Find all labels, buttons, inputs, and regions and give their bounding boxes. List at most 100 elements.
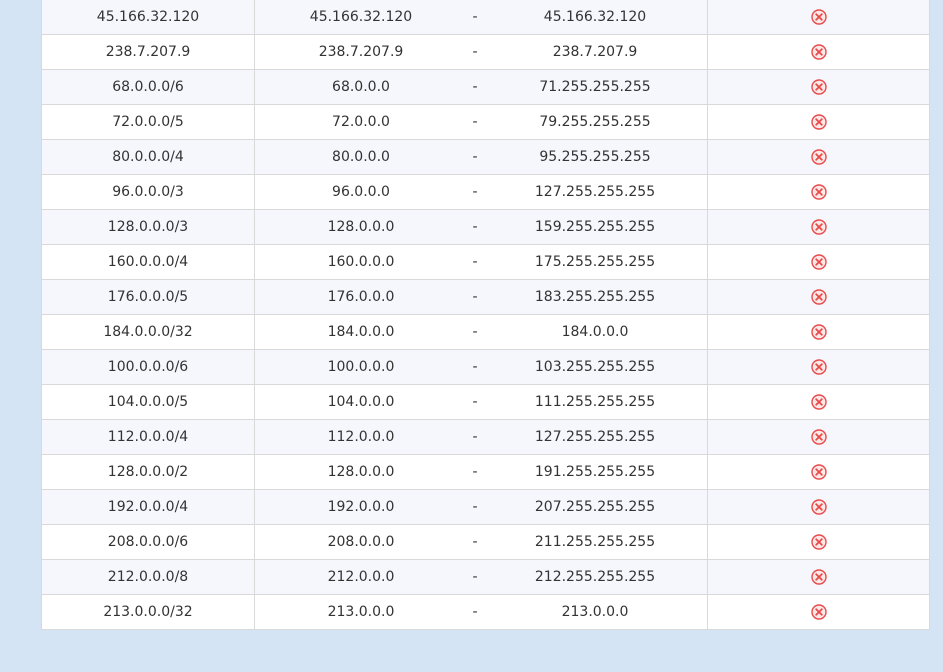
range-separator: - bbox=[467, 349, 483, 385]
range-start-cell: 212.0.0.0 bbox=[254, 559, 467, 595]
delete-icon[interactable] bbox=[810, 254, 827, 270]
delete-icon[interactable] bbox=[810, 464, 827, 480]
cidr-cell: 212.0.0.0/8 bbox=[41, 559, 255, 595]
delete-cell bbox=[707, 104, 930, 140]
table-row: 184.0.0.0/32 184.0.0.0-184.0.0.0 bbox=[41, 314, 930, 350]
range-end-cell: 159.255.255.255 bbox=[483, 209, 708, 245]
range-separator: - bbox=[467, 69, 483, 105]
delete-cell bbox=[707, 524, 930, 560]
delete-cell bbox=[707, 314, 930, 350]
delete-icon[interactable] bbox=[810, 149, 827, 165]
table-row: 128.0.0.0/3 128.0.0.0-159.255.255.255 bbox=[41, 209, 930, 245]
table-row: 160.0.0.0/4 160.0.0.0-175.255.255.255 bbox=[41, 244, 930, 280]
delete-icon[interactable] bbox=[810, 44, 827, 60]
range-start-cell: 45.166.32.120 bbox=[254, 0, 467, 35]
delete-icon[interactable] bbox=[810, 219, 827, 235]
range-end-cell: 103.255.255.255 bbox=[483, 349, 708, 385]
cidr-cell: 72.0.0.0/5 bbox=[41, 104, 255, 140]
cidr-cell: 208.0.0.0/6 bbox=[41, 524, 255, 560]
table-row: 104.0.0.0/5 104.0.0.0-111.255.255.255 bbox=[41, 384, 930, 420]
cidr-cell: 96.0.0.0/3 bbox=[41, 174, 255, 210]
table-row: 176.0.0.0/5 176.0.0.0-183.255.255.255 bbox=[41, 279, 930, 315]
delete-icon[interactable] bbox=[810, 569, 827, 585]
range-separator: - bbox=[467, 454, 483, 490]
delete-icon[interactable] bbox=[810, 324, 827, 340]
range-start-cell: 238.7.207.9 bbox=[254, 34, 467, 70]
table-row: 112.0.0.0/4 112.0.0.0-127.255.255.255 bbox=[41, 419, 930, 455]
range-start-cell: 160.0.0.0 bbox=[254, 244, 467, 280]
delete-icon[interactable] bbox=[810, 534, 827, 550]
cidr-cell: 112.0.0.0/4 bbox=[41, 419, 255, 455]
range-separator: - bbox=[467, 0, 483, 35]
range-end-cell: 45.166.32.120 bbox=[483, 0, 708, 35]
ip-range-table-body: 45.166.32.120 45.166.32.120-45.166.32.120… bbox=[41, 0, 930, 630]
cidr-cell: 128.0.0.0/2 bbox=[41, 454, 255, 490]
range-separator: - bbox=[467, 419, 483, 455]
delete-icon[interactable] bbox=[810, 114, 827, 130]
range-start-cell: 72.0.0.0 bbox=[254, 104, 467, 140]
range-end-cell: 184.0.0.0 bbox=[483, 314, 708, 350]
range-end-cell: 127.255.255.255 bbox=[483, 419, 708, 455]
cidr-cell: 45.166.32.120 bbox=[41, 0, 255, 35]
cidr-cell: 104.0.0.0/5 bbox=[41, 384, 255, 420]
range-separator: - bbox=[467, 594, 483, 630]
range-separator: - bbox=[467, 559, 483, 595]
ip-range-table-container: 45.166.32.120 45.166.32.120-45.166.32.120… bbox=[41, 0, 930, 630]
range-start-cell: 96.0.0.0 bbox=[254, 174, 467, 210]
delete-icon[interactable] bbox=[810, 184, 827, 200]
table-row: 128.0.0.0/2 128.0.0.0-191.255.255.255 bbox=[41, 454, 930, 490]
delete-cell bbox=[707, 0, 930, 35]
range-separator: - bbox=[467, 104, 483, 140]
delete-cell bbox=[707, 559, 930, 595]
range-end-cell: 79.255.255.255 bbox=[483, 104, 708, 140]
delete-icon[interactable] bbox=[810, 359, 827, 375]
cidr-cell: 192.0.0.0/4 bbox=[41, 489, 255, 525]
range-end-cell: 127.255.255.255 bbox=[483, 174, 708, 210]
ip-range-table: 45.166.32.120 45.166.32.120-45.166.32.120… bbox=[41, 0, 930, 630]
range-end-cell: 191.255.255.255 bbox=[483, 454, 708, 490]
delete-icon[interactable] bbox=[810, 394, 827, 410]
range-start-cell: 128.0.0.0 bbox=[254, 454, 467, 490]
range-start-cell: 192.0.0.0 bbox=[254, 489, 467, 525]
range-end-cell: 183.255.255.255 bbox=[483, 279, 708, 315]
cidr-cell: 213.0.0.0/32 bbox=[41, 594, 255, 630]
cidr-cell: 68.0.0.0/6 bbox=[41, 69, 255, 105]
range-end-cell: 211.255.255.255 bbox=[483, 524, 708, 560]
delete-icon[interactable] bbox=[810, 289, 827, 305]
range-start-cell: 208.0.0.0 bbox=[254, 524, 467, 560]
range-start-cell: 176.0.0.0 bbox=[254, 279, 467, 315]
delete-cell bbox=[707, 279, 930, 315]
range-start-cell: 128.0.0.0 bbox=[254, 209, 467, 245]
range-end-cell: 238.7.207.9 bbox=[483, 34, 708, 70]
range-start-cell: 184.0.0.0 bbox=[254, 314, 467, 350]
range-separator: - bbox=[467, 244, 483, 280]
table-row: 212.0.0.0/8 212.0.0.0-212.255.255.255 bbox=[41, 559, 930, 595]
delete-icon[interactable] bbox=[810, 499, 827, 515]
delete-cell bbox=[707, 69, 930, 105]
delete-cell bbox=[707, 349, 930, 385]
range-start-cell: 112.0.0.0 bbox=[254, 419, 467, 455]
range-end-cell: 71.255.255.255 bbox=[483, 69, 708, 105]
range-separator: - bbox=[467, 279, 483, 315]
range-separator: - bbox=[467, 524, 483, 560]
table-row: 208.0.0.0/6 208.0.0.0-211.255.255.255 bbox=[41, 524, 930, 560]
range-separator: - bbox=[467, 489, 483, 525]
delete-cell bbox=[707, 489, 930, 525]
table-row: 45.166.32.120 45.166.32.120-45.166.32.120 bbox=[41, 0, 930, 35]
range-end-cell: 95.255.255.255 bbox=[483, 139, 708, 175]
delete-icon[interactable] bbox=[810, 79, 827, 95]
delete-icon[interactable] bbox=[810, 429, 827, 445]
cidr-cell: 184.0.0.0/32 bbox=[41, 314, 255, 350]
table-row: 80.0.0.0/4 80.0.0.0-95.255.255.255 bbox=[41, 139, 930, 175]
cidr-cell: 160.0.0.0/4 bbox=[41, 244, 255, 280]
delete-icon[interactable] bbox=[810, 9, 827, 25]
range-start-cell: 68.0.0.0 bbox=[254, 69, 467, 105]
delete-icon[interactable] bbox=[810, 604, 827, 620]
delete-cell bbox=[707, 139, 930, 175]
delete-cell bbox=[707, 454, 930, 490]
cidr-cell: 80.0.0.0/4 bbox=[41, 139, 255, 175]
delete-cell bbox=[707, 244, 930, 280]
cidr-cell: 176.0.0.0/5 bbox=[41, 279, 255, 315]
table-row: 96.0.0.0/3 96.0.0.0-127.255.255.255 bbox=[41, 174, 930, 210]
range-end-cell: 207.255.255.255 bbox=[483, 489, 708, 525]
